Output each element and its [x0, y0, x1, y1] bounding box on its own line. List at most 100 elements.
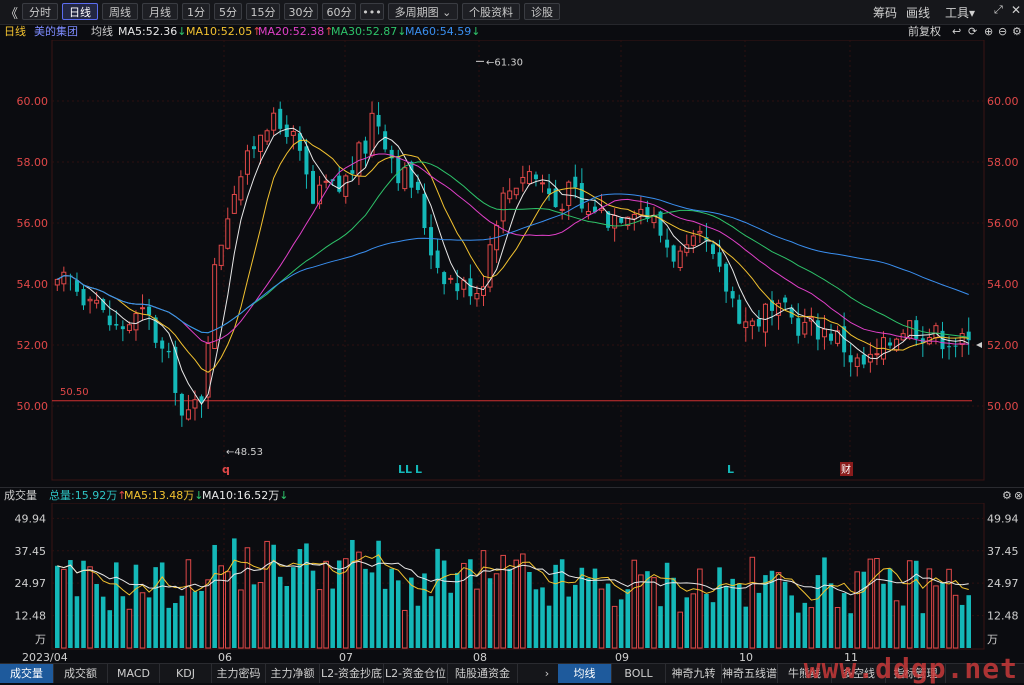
- stock-name[interactable]: 美的集团: [34, 24, 78, 40]
- volume-bar-95: [677, 611, 683, 649]
- period-button-5[interactable]: 5分: [214, 3, 242, 20]
- tab-left-0[interactable]: 成交量: [0, 664, 54, 683]
- tab-right-3[interactable]: 神奇五线谱: [722, 664, 778, 683]
- volume-bar-98: [697, 568, 703, 649]
- volume-bar-115: [808, 607, 815, 649]
- draw-line-button[interactable]: 画线: [906, 4, 930, 21]
- period-button-11[interactable]: 个股资料: [462, 3, 520, 20]
- back-icon[interactable]: 《: [5, 3, 18, 22]
- volume-bar-117: [822, 557, 827, 648]
- vy-tick-right-2: 24.97: [987, 577, 1019, 590]
- candle-body-41: [323, 180, 329, 183]
- candle-body-127: [888, 342, 893, 346]
- y-tick-right-3: 54.00: [987, 278, 1019, 291]
- volume-bar-17: [166, 607, 172, 648]
- volume-bar-60: [448, 592, 453, 648]
- marker-2: L: [415, 463, 422, 476]
- y-tick-left-5: 50.00: [17, 400, 49, 413]
- undo-icon[interactable]: ↩: [952, 24, 961, 40]
- period-button-1[interactable]: 日线: [62, 3, 98, 20]
- candle-body-33: [271, 112, 277, 131]
- volume-bar-54: [409, 577, 414, 648]
- period-button-8[interactable]: 60分: [322, 3, 356, 20]
- chips-button[interactable]: 筹码: [873, 4, 897, 21]
- period-button-0[interactable]: 分时: [22, 3, 58, 20]
- candle-body-70: [513, 187, 519, 196]
- tab-left-6[interactable]: L2-资金抄底: [320, 664, 384, 683]
- candle-body-14: [147, 306, 152, 316]
- volume-bar-104: [736, 583, 742, 648]
- volume-chart[interactable]: 49.94 49.94 37.45 37.45 24.97 24.97 12.48 12.48…: [0, 503, 1024, 663]
- candle-body-113: [796, 318, 801, 336]
- period-button-4[interactable]: 1分: [182, 3, 210, 20]
- period-button-2[interactable]: 周线: [102, 3, 138, 20]
- tab-left-4[interactable]: 主力密码: [212, 664, 266, 683]
- volume-close-icon[interactable]: ⊗: [1014, 488, 1023, 504]
- volume-bar-83: [598, 588, 605, 649]
- volume-bar-64: [474, 588, 480, 649]
- period-button-7[interactable]: 30分: [284, 3, 318, 20]
- tab-right-0[interactable]: 均线: [558, 664, 612, 683]
- tools-menu[interactable]: 工具▾: [945, 4, 975, 21]
- tab-left-5[interactable]: 主力净额: [266, 664, 320, 683]
- close-icon[interactable]: ✕: [1011, 3, 1021, 17]
- volume-bar-1: [61, 568, 67, 649]
- tab-left-1[interactable]: 成交额: [54, 664, 108, 683]
- candle-body-28: [238, 176, 244, 201]
- candle-body-114: [802, 321, 808, 335]
- adjust-label[interactable]: 前复权: [908, 24, 941, 40]
- volume-bar-27: [232, 538, 237, 648]
- candle-body-30: [251, 146, 256, 150]
- candle-body-64: [474, 293, 480, 300]
- volume-bar-7: [100, 596, 106, 648]
- volume-legend-0: 总量:15.92万↑: [49, 489, 127, 502]
- volume-bar-135: [940, 582, 945, 648]
- candle-body-134: [933, 325, 939, 339]
- period-button-10[interactable]: 多周期图 ⌄: [388, 3, 458, 20]
- volume-bar-90: [645, 571, 650, 648]
- ma-line-60: [57, 193, 969, 334]
- candle-body-73: [533, 174, 538, 180]
- volume-bar-125: [874, 557, 880, 649]
- candle-body-36: [290, 130, 296, 136]
- period-button-12[interactable]: 诊股: [524, 3, 560, 20]
- volume-bar-14: [146, 597, 152, 648]
- y-tick-right-4: 52.00: [987, 339, 1019, 352]
- volume-settings-icon[interactable]: ⚙: [1002, 488, 1012, 504]
- tab-left-2[interactable]: MACD: [108, 664, 160, 683]
- tabs-scroll-icon[interactable]: ›: [537, 664, 557, 683]
- volume-bar-28: [238, 589, 244, 649]
- volume-bar-100: [710, 602, 716, 648]
- refresh-icon[interactable]: ⟳: [968, 24, 977, 40]
- volume-bar-23: [205, 579, 211, 649]
- tab-left-3[interactable]: KDJ: [160, 664, 212, 683]
- period-button-3[interactable]: 月线: [142, 3, 178, 20]
- period-button-6[interactable]: 15分: [246, 3, 280, 20]
- volume-bar-55: [415, 605, 421, 648]
- candle-body-117: [821, 328, 827, 338]
- candlestick-chart[interactable]: 60.00 60.00 58.00 58.00 56.00 56.00 54.00 54.00…: [0, 40, 1024, 487]
- tab-right-2[interactable]: 神奇九转: [666, 664, 722, 683]
- volume-bar-10: [120, 596, 126, 648]
- volume-bar-51: [389, 568, 394, 648]
- zoom-out-icon[interactable]: ⊖: [998, 24, 1007, 40]
- period-button-9[interactable]: •••: [360, 3, 384, 20]
- candle-body-63: [468, 278, 473, 297]
- tab-left-8[interactable]: 陆股通资金: [448, 664, 518, 683]
- candle-body-3: [74, 280, 79, 292]
- vy-tick-right-4: 万: [987, 633, 998, 646]
- tab-left-7[interactable]: L2-资金仓位: [384, 664, 448, 683]
- volume-bar-21: [192, 591, 198, 648]
- x-label-1: 06: [218, 651, 232, 663]
- volume-bar-57: [428, 596, 434, 648]
- volume-bar-107: [756, 592, 762, 648]
- tab-right-1[interactable]: BOLL: [612, 664, 666, 683]
- fullscreen-icon[interactable]: ⤢: [994, 3, 1003, 17]
- candle-body-138: [959, 333, 965, 345]
- candle-body-103: [730, 291, 735, 299]
- candle-body-21: [192, 399, 198, 409]
- settings-icon[interactable]: ⚙: [1012, 24, 1022, 40]
- vy-tick-right-3: 12.48: [987, 610, 1019, 623]
- ma-label[interactable]: 均线: [91, 24, 113, 40]
- zoom-in-icon[interactable]: ⊕: [984, 24, 993, 40]
